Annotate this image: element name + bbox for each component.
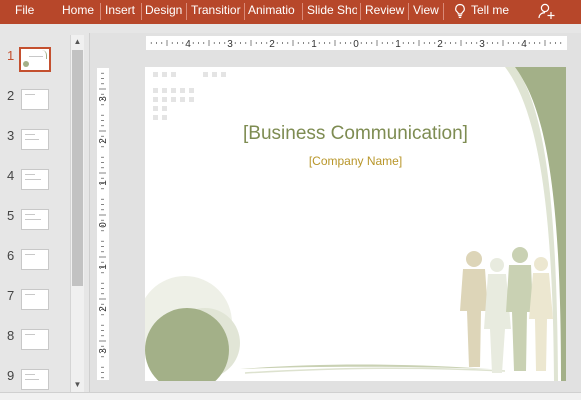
slide-number: 1 [7,48,15,63]
thumbnail-line [25,179,41,180]
dot-pattern [153,72,226,120]
ruler-label: 3 [227,39,233,50]
horizontal-ruler: 4 3 2 1 0 1 2 3 4 [146,36,567,50]
tab-divider [443,3,444,20]
thumbnail-line [25,379,39,380]
tab-animations[interactable]: Animatio [248,0,298,22]
thumbnail-line [25,294,35,295]
ribbon-bar: File Home Insert Design Transitior Anima… [0,0,581,24]
thumbnail-line [25,254,35,255]
ruler-label: 2 [437,39,443,50]
ruler-label: 2 [98,306,109,312]
slide-number: 2 [7,88,15,103]
slide-artwork [145,67,566,381]
tab-home[interactable]: Home [62,0,98,22]
slide-number: 5 [7,208,15,223]
scroll-down-arrow-icon[interactable]: ▼ [72,379,83,390]
slide-thumbnail[interactable] [21,249,49,270]
scrollbar-thumb[interactable] [72,50,83,286]
tab-divider [100,3,101,20]
tab-design[interactable]: Design [145,0,184,22]
slide-thumbnail[interactable] [21,289,49,310]
thumbnail-line [25,334,35,335]
thumbnail-line [25,219,41,220]
slide-canvas[interactable]: [Business Communication] [Company Name] [145,67,566,381]
slide-thumbnail[interactable] [21,129,49,150]
slide-thumbnail[interactable] [21,209,49,230]
thumbnail-line [25,94,35,95]
tab-divider [408,3,409,20]
thumbnail-decoration [42,50,47,59]
slide-number: 7 [7,288,15,303]
tab-file[interactable]: File [15,0,37,22]
lightbulb-icon[interactable] [453,3,467,19]
scroll-up-arrow-icon[interactable]: ▲ [72,36,83,47]
ruler-label: 4 [185,39,191,50]
slide-number: 8 [7,328,15,343]
ruler-label: 1 [395,39,401,50]
slide-thumbnail[interactable] [21,169,49,190]
add-user-icon[interactable] [538,2,556,20]
ruler-label: 4 [521,39,527,50]
tab-transitions[interactable]: Transitior [191,0,241,22]
thumbnail-line [25,134,35,135]
tab-view[interactable]: View [413,0,441,22]
thumbnail-title-line [29,56,43,57]
tab-divider [302,3,303,20]
thumbnail-line [25,214,35,215]
ruler-label: 1 [98,264,109,270]
status-bar [0,392,581,400]
slide-number: 3 [7,128,15,143]
tab-divider [244,3,245,20]
ruler-label: 3 [479,39,485,50]
slide-thumbnail[interactable] [21,89,49,110]
people-silhouettes [460,247,553,373]
slide-thumbnail-selected[interactable] [19,47,51,72]
slide-title[interactable]: [Business Communication] [145,123,566,145]
swoosh-line [244,367,506,374]
thumbnail-line [25,174,35,175]
ruler-label: 2 [98,138,109,144]
thumbnail-decoration [23,61,29,67]
ruler-label: 2 [269,39,275,50]
slide-thumbnail[interactable] [21,369,49,390]
tab-divider [360,3,361,20]
thumbnail-line [25,139,39,140]
tab-divider [141,3,142,20]
slide-number: 4 [7,168,15,183]
ruler-label: 3 [98,348,109,354]
slide-subtitle[interactable]: [Company Name] [145,154,566,168]
ruler-label: 3 [98,96,109,102]
tell-me-search[interactable]: Tell me [471,0,515,22]
ruler-label: 0 [98,222,109,228]
slide-number: 6 [7,248,15,263]
slide-number: 9 [7,368,15,383]
slide-thumbnail[interactable] [21,329,49,350]
tab-slide-show[interactable]: Slide Sho [307,0,357,22]
ruler-label: 1 [98,180,109,186]
ruler-label: 0 [353,39,359,50]
ruler-label: 1 [311,39,317,50]
vertical-ruler: 3 2 1 0 1 2 3 [97,68,109,380]
tab-insert[interactable]: Insert [105,0,141,22]
tab-divider [186,3,187,20]
tab-review[interactable]: Review [365,0,405,22]
thumbnail-line [25,374,35,375]
